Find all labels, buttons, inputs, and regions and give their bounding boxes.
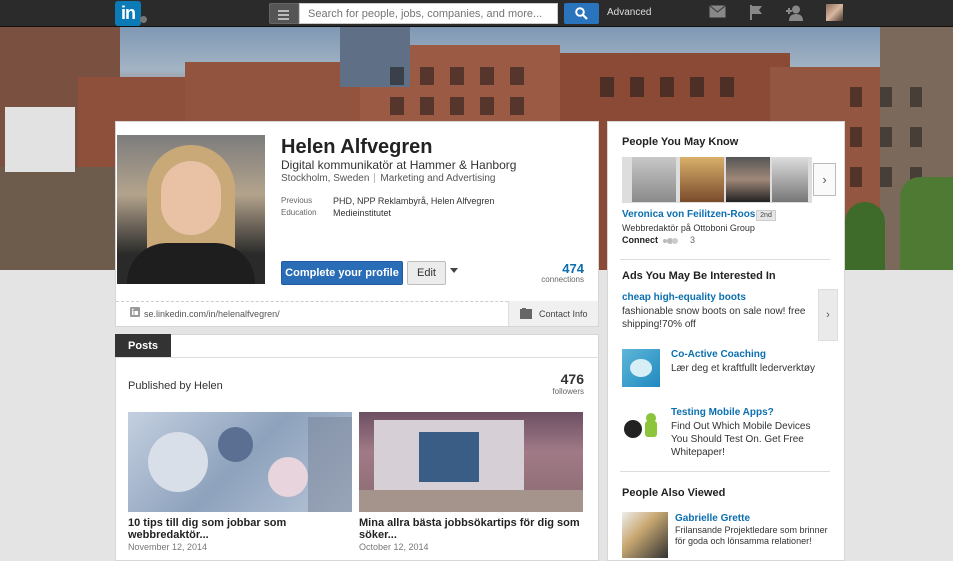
- followers-count[interactable]: 476: [540, 371, 584, 387]
- separator: [374, 173, 376, 184]
- account-avatar[interactable]: [826, 4, 843, 21]
- post-date: November 12, 2014: [128, 542, 208, 552]
- ad-title[interactable]: Testing Mobile Apps?: [671, 407, 774, 418]
- person-photo[interactable]: [680, 157, 724, 202]
- divider: [620, 259, 830, 260]
- search-button[interactable]: [564, 3, 599, 24]
- connection-degree-badge: 2nd: [756, 210, 776, 221]
- profile-industry[interactable]: Marketing and Advertising: [380, 173, 495, 184]
- connections-count[interactable]: 474: [540, 261, 584, 276]
- people-also-viewed-heading: People Also Viewed: [622, 487, 726, 499]
- people-you-may-know-heading[interactable]: People You May Know: [622, 136, 738, 148]
- ad-text[interactable]: fashionable snow boots on sale now! free…: [622, 305, 812, 331]
- person-photo[interactable]: [772, 157, 808, 202]
- post-thumbnail[interactable]: [128, 412, 352, 512]
- ad-next-button[interactable]: ›: [818, 289, 838, 341]
- shared-connections-count[interactable]: 3: [690, 235, 695, 245]
- connections-label: connections: [541, 275, 584, 284]
- person-photo[interactable]: [632, 157, 676, 202]
- ad-text[interactable]: Lær deg et kraftfullt lederverktøy: [671, 362, 821, 375]
- post-title[interactable]: 10 tips till dig som jobbar som webbreda…: [128, 517, 353, 541]
- search-category-menu-button[interactable]: [269, 3, 299, 24]
- carousel-next-button[interactable]: ›: [813, 163, 836, 196]
- person-photo[interactable]: [726, 157, 770, 202]
- also-viewed-person-name[interactable]: Gabrielle Grette: [675, 513, 750, 524]
- add-connections-icon[interactable]: [786, 5, 805, 21]
- profile-location[interactable]: Stockholm, Sweden: [281, 173, 369, 184]
- profile-headline: Digital kommunikatör at Hammer & Hanborg: [281, 158, 517, 172]
- ad-title[interactable]: cheap high-equality boots: [622, 292, 746, 303]
- notifications-flag-icon[interactable]: [749, 5, 763, 20]
- contact-card-icon: [520, 308, 532, 319]
- previous-value[interactable]: PHD, NPP Reklambyrå, Helen Alfvegren: [333, 196, 494, 206]
- profile-location-industry: Stockholm, Sweden Marketing and Advertisi…: [281, 173, 495, 184]
- shared-connections-icon: [663, 238, 678, 244]
- linkedin-small-icon: [130, 307, 140, 317]
- complete-profile-button[interactable]: Complete your profile: [281, 261, 403, 285]
- ads-heading: Ads You May Be Interested In: [622, 270, 776, 282]
- connect-button[interactable]: Connect: [622, 235, 658, 245]
- public-profile-url[interactable]: se.linkedin.com/in/helenalfvegren/: [144, 309, 280, 319]
- profile-photo[interactable]: [117, 135, 265, 284]
- tab-posts[interactable]: Posts: [115, 334, 171, 358]
- advanced-search-link[interactable]: Advanced: [607, 7, 651, 18]
- ad-title[interactable]: Co-Active Coaching: [671, 349, 766, 360]
- published-by-heading: Published by Helen: [128, 380, 223, 392]
- ad-logo-coaching[interactable]: [622, 349, 660, 387]
- previous-label: Previous: [281, 196, 313, 205]
- contact-info-label[interactable]: Contact Info: [539, 309, 588, 319]
- divider: [620, 471, 830, 472]
- search-icon: [575, 7, 588, 20]
- edit-dropdown-caret-icon[interactable]: [450, 268, 458, 273]
- logo-status-dot: [140, 16, 147, 23]
- linkedin-logo[interactable]: in: [115, 1, 141, 26]
- person-photo[interactable]: [622, 512, 668, 558]
- search-input[interactable]: [299, 3, 558, 24]
- apple-android-icon: [624, 413, 657, 438]
- messages-icon[interactable]: [709, 5, 726, 19]
- education-value[interactable]: Medieinstitutet: [333, 208, 391, 218]
- education-label: Education: [281, 208, 317, 217]
- profile-name: Helen Alfvegren: [281, 136, 433, 158]
- divider: [115, 357, 599, 358]
- post-thumbnail[interactable]: [359, 412, 583, 512]
- also-viewed-person-title: Frilansande Projektledare som brinner fö…: [675, 525, 828, 546]
- ad-logo-mobile[interactable]: [622, 407, 660, 445]
- edit-profile-button[interactable]: Edit: [407, 261, 446, 285]
- post-date: October 12, 2014: [359, 542, 429, 552]
- post-title[interactable]: Mina allra bästa jobbsökartips för dig s…: [359, 517, 584, 541]
- ad-text[interactable]: Find Out Which Mobile Devices You Should…: [671, 420, 821, 459]
- suggested-person-name[interactable]: Veronica von Feilitzen-Roos: [622, 209, 755, 220]
- followers-label: followers: [552, 387, 584, 396]
- suggested-person-title: Webbredaktör på Ottoboni Group: [622, 223, 755, 233]
